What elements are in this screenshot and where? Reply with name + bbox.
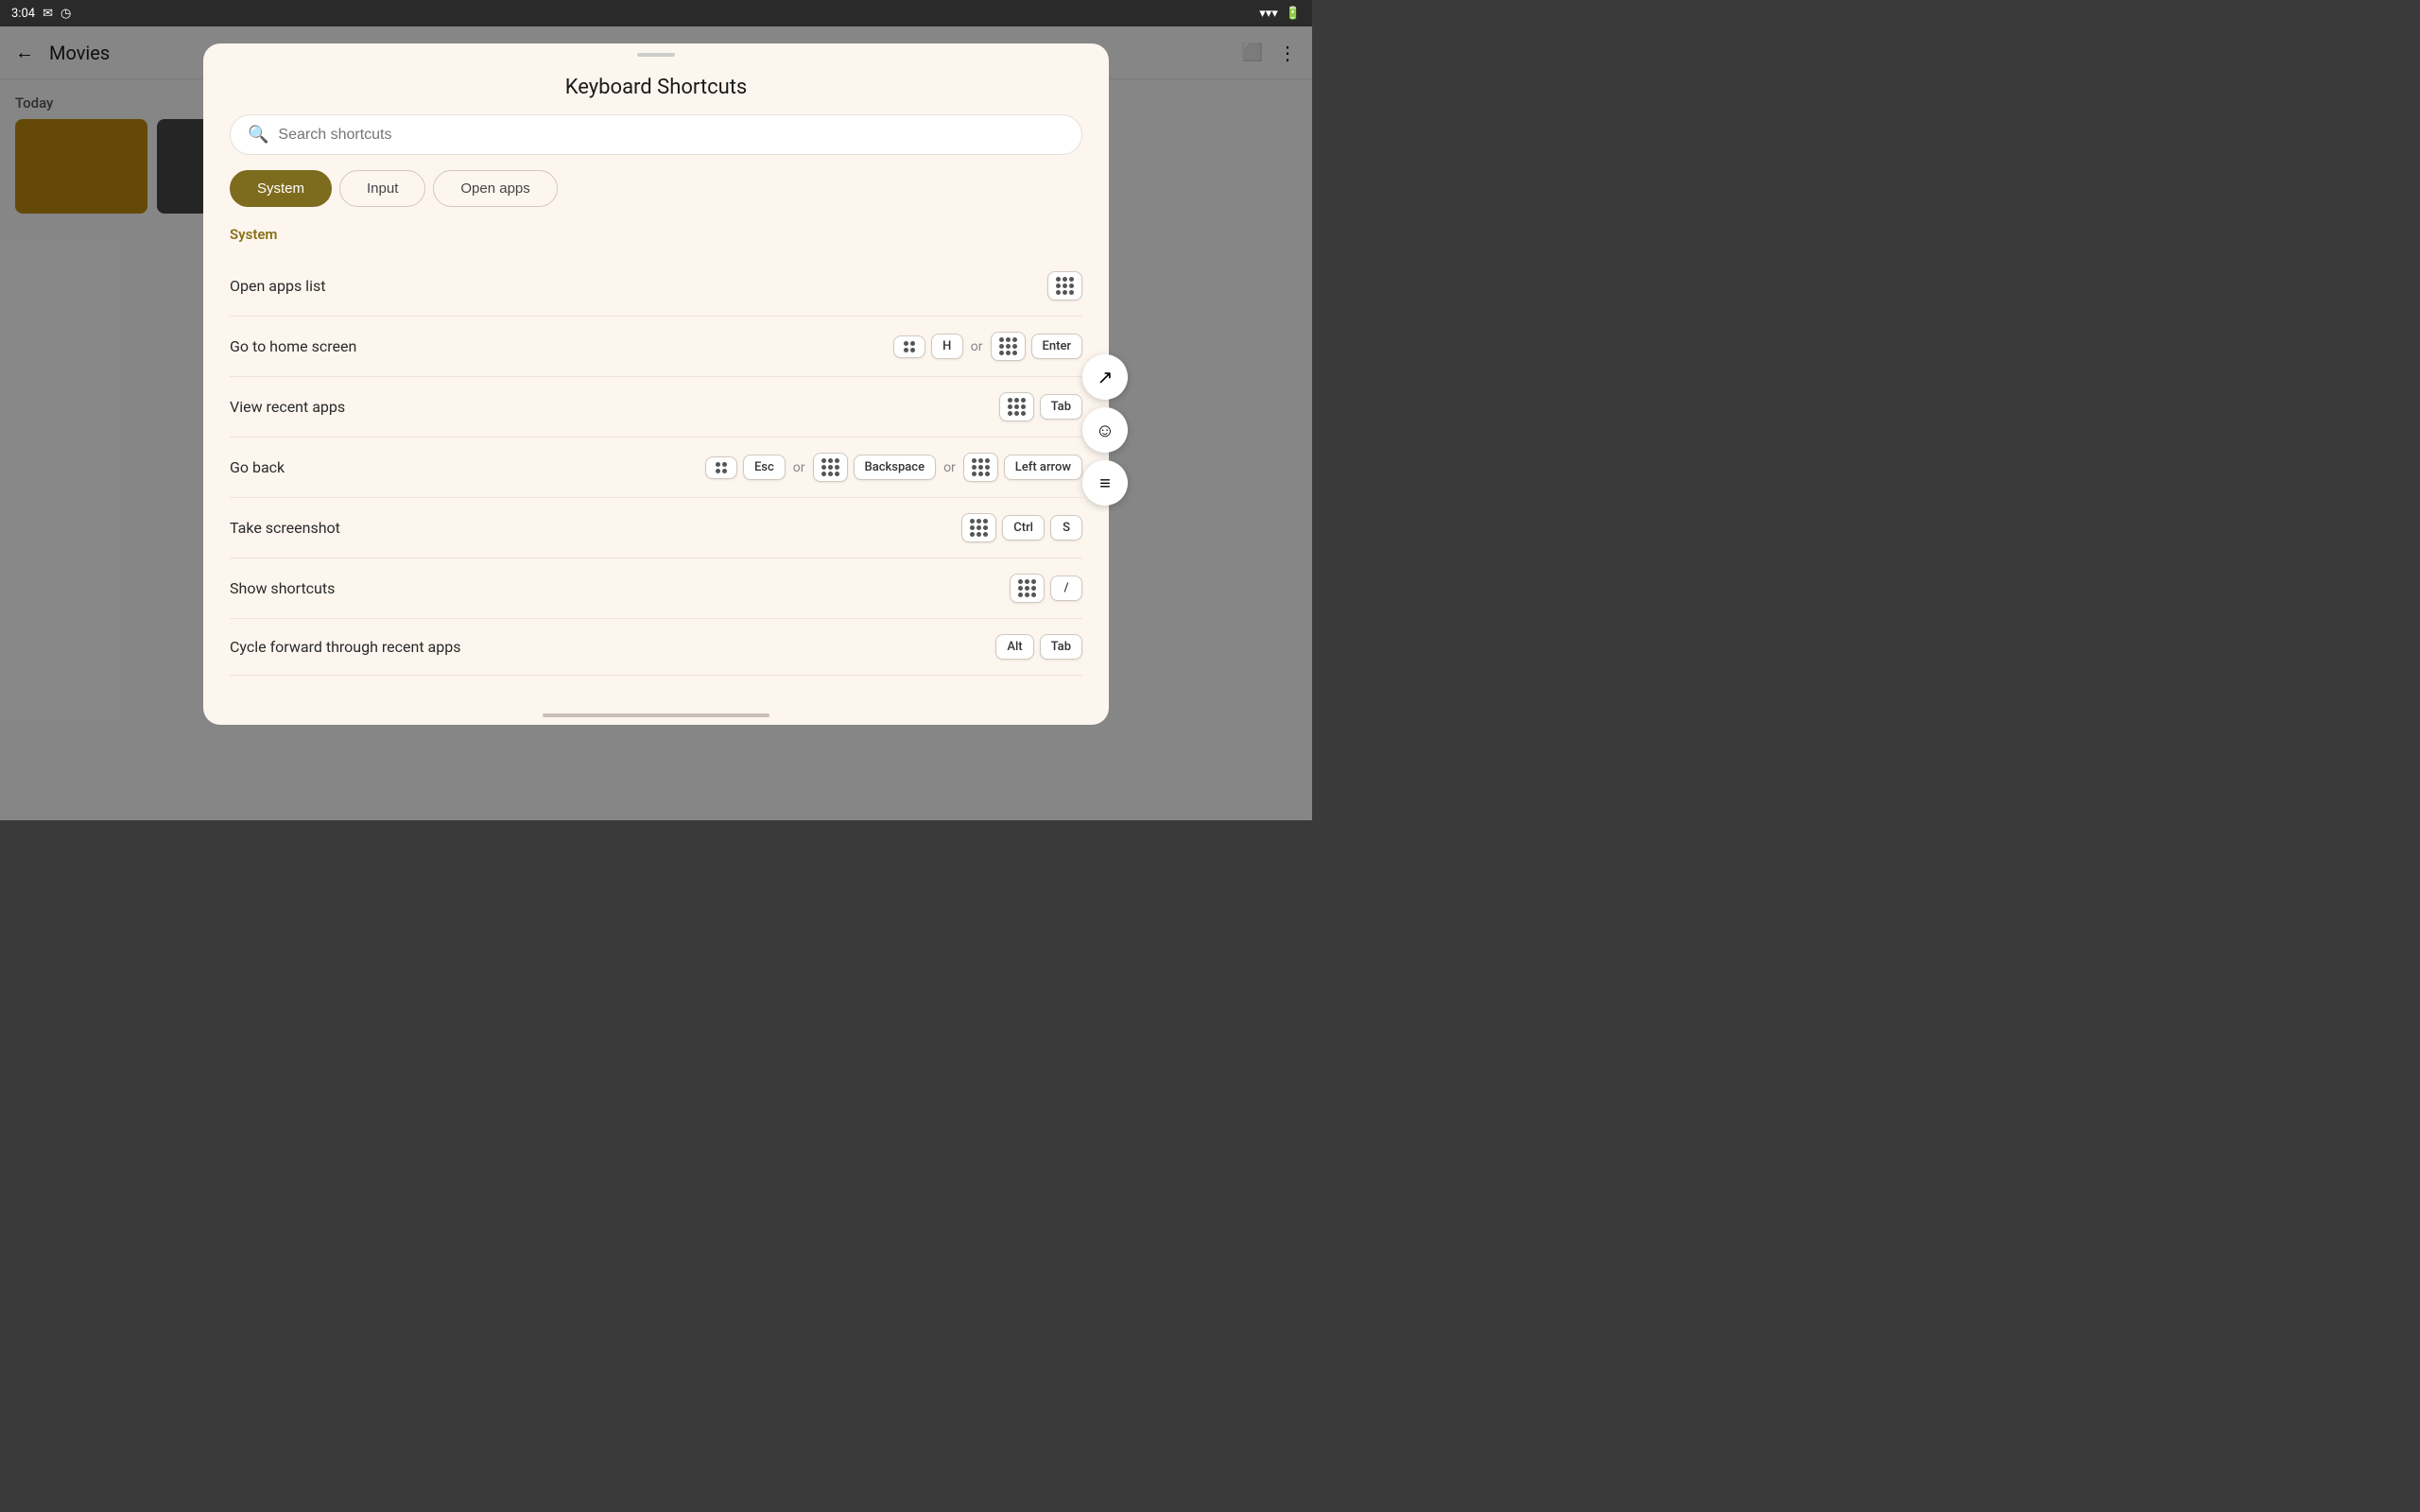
menu-icon: ≡ (1099, 472, 1111, 495)
battery-icon: 🔋 (1286, 7, 1301, 21)
shortcut-row-show-shortcuts: Show shortcuts / (230, 558, 1082, 619)
search-bar[interactable]: 🔍 (230, 114, 1082, 155)
launcher-key (999, 392, 1034, 421)
key-enter: Enter (1031, 334, 1082, 359)
key-slash: / (1050, 576, 1082, 601)
dots-icon (1056, 277, 1074, 295)
tab-system[interactable]: System (230, 170, 332, 207)
shortcut-keys: Alt Tab (995, 634, 1082, 660)
menu-button[interactable]: ≡ (1082, 460, 1128, 506)
launcher-key-small-2 (813, 453, 848, 482)
key-left-arrow: Left arrow (1004, 455, 1082, 480)
scroll-indicator (543, 713, 769, 717)
dots-2x2-icon (716, 462, 727, 473)
shortcut-keys: H or Enter (893, 332, 1082, 361)
shortcut-row-recent-apps: View recent apps Tab (230, 377, 1082, 438)
or-separator: or (971, 339, 983, 354)
dots-icon (1008, 398, 1026, 416)
or-sep-2: or (943, 460, 956, 475)
wifi-icon: ▾▾▾ (1259, 7, 1278, 21)
search-input[interactable] (278, 127, 1064, 144)
shortcut-name: Cycle forward through recent apps (230, 638, 995, 656)
key-alt: Alt (995, 634, 1033, 660)
expand-button[interactable]: ↗ (1082, 354, 1128, 400)
status-right: ▾▾▾ 🔋 (1259, 7, 1301, 21)
key-h: H (931, 334, 963, 359)
shortcut-row-go-back: Go back Esc or Backspace (230, 438, 1082, 498)
dots-2x2-icon (904, 341, 915, 352)
clock-icon: ◷ (60, 7, 71, 21)
shortcut-keys: Ctrl S (961, 513, 1082, 542)
shortcut-keys: / (1010, 574, 1082, 603)
shortcut-keys: Esc or Backspace or (705, 453, 1082, 482)
expand-icon: ↗ (1098, 366, 1114, 388)
shortcut-name: Show shortcuts (230, 579, 1010, 597)
launcher-key (1047, 271, 1082, 301)
shortcut-row-take-screenshot: Take screenshot Ctrl S (230, 498, 1082, 558)
tab-open-apps[interactable]: Open apps (433, 170, 557, 207)
key-esc: Esc (743, 455, 786, 480)
launcher-key (893, 335, 925, 358)
shortcut-row-open-apps-list: Open apps list (230, 256, 1082, 317)
launcher-key-shortcuts (1010, 574, 1045, 603)
launcher-key-2 (991, 332, 1026, 361)
dots-icon (821, 458, 839, 476)
float-buttons: ↗ ☺ ≡ (1082, 354, 1128, 506)
shortcut-keys: Tab (999, 392, 1082, 421)
key-tab-2: Tab (1040, 634, 1082, 660)
shortcut-name: Go to home screen (230, 337, 893, 355)
section-header-system: System (230, 226, 1082, 243)
shortcut-name: View recent apps (230, 398, 999, 416)
status-bar: 3:04 ✉ ◷ ▾▾▾ 🔋 (0, 0, 1312, 26)
mail-icon: ✉ (43, 7, 53, 21)
launcher-key-screenshot (961, 513, 996, 542)
dots-icon (972, 458, 990, 476)
shortcut-row-home-screen: Go to home screen H or E (230, 317, 1082, 377)
key-s: S (1050, 515, 1082, 541)
emoji-button[interactable]: ☺ (1082, 407, 1128, 453)
shortcut-name: Go back (230, 458, 705, 476)
modal-title: Keyboard Shortcuts (203, 57, 1109, 114)
tab-input[interactable]: Input (339, 170, 425, 207)
shortcut-row-cycle-forward: Cycle forward through recent apps Alt Ta… (230, 619, 1082, 676)
tabs-bar: System Input Open apps (230, 170, 1082, 207)
key-ctrl: Ctrl (1002, 515, 1045, 541)
time-display: 3:04 (11, 7, 35, 21)
launcher-key-small-3 (963, 453, 998, 482)
status-left: 3:04 ✉ ◷ (11, 7, 71, 21)
key-tab: Tab (1040, 394, 1082, 420)
dots-icon (1018, 579, 1036, 597)
search-icon: 🔍 (248, 125, 268, 145)
dots-icon (999, 337, 1017, 355)
emoji-icon: ☺ (1096, 419, 1115, 442)
dots-icon (970, 519, 988, 537)
keyboard-shortcuts-modal: Keyboard Shortcuts 🔍 System Input Open a… (203, 43, 1109, 725)
shortcut-name: Open apps list (230, 277, 1047, 295)
launcher-key-small-1 (705, 456, 737, 479)
shortcut-keys (1047, 271, 1082, 301)
key-backspace: Backspace (854, 455, 937, 480)
shortcut-name: Take screenshot (230, 519, 961, 537)
modal-content: System Open apps list Go to home screen (203, 226, 1109, 713)
or-sep-1: or (793, 460, 805, 475)
